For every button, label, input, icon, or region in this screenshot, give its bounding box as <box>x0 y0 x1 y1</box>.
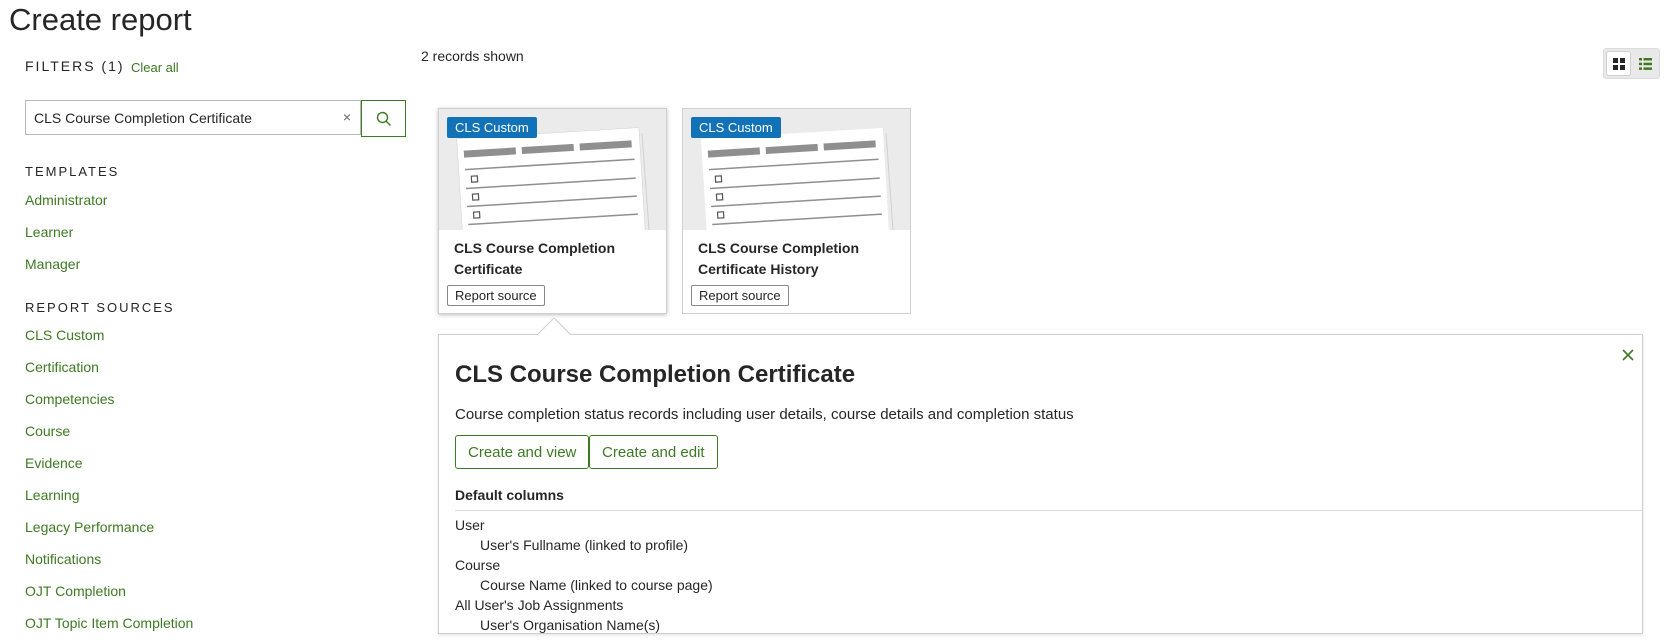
column-item: Course Name (linked to course page) <box>480 577 713 593</box>
search-input[interactable]: CLS Course Completion Certificate × <box>25 100 361 135</box>
list-icon <box>1639 57 1652 70</box>
create-and-view-button[interactable]: Create and view <box>455 435 590 469</box>
column-group: User <box>455 517 485 533</box>
view-toggle <box>1603 48 1660 79</box>
clear-all-link[interactable]: Clear all <box>131 60 179 75</box>
template-link-learner[interactable]: Learner <box>25 224 73 240</box>
list-view-button[interactable] <box>1633 51 1658 76</box>
source-link-notifications[interactable]: Notifications <box>25 551 101 567</box>
source-link-course[interactable]: Course <box>25 423 70 439</box>
create-and-edit-button[interactable]: Create and edit <box>589 435 718 469</box>
search-icon <box>376 111 391 126</box>
detail-title: CLS Course Completion Certificate <box>455 361 856 388</box>
source-link-learning[interactable]: Learning <box>25 487 80 503</box>
grid-icon <box>1612 57 1625 70</box>
detail-description: Course completion status records includi… <box>455 406 1074 423</box>
report-thumbnail: CLS Custom <box>683 109 910 230</box>
search-button[interactable] <box>361 100 406 137</box>
divider <box>455 510 1643 511</box>
close-icon <box>1622 349 1634 361</box>
column-group: Course <box>455 557 501 573</box>
source-link-competencies[interactable]: Competencies <box>25 391 115 407</box>
report-card-2[interactable]: CLS Custom CLS Course Completion Certifi… <box>682 108 911 314</box>
card-title: CLS Course Completion Certificate <box>454 240 616 277</box>
filters-heading: FILTERS (1) <box>25 58 125 74</box>
template-link-administrator[interactable]: Administrator <box>25 192 107 208</box>
source-badge: CLS Custom <box>447 117 537 138</box>
card-title: CLS Course Completion Certificate Histor… <box>698 240 860 277</box>
clear-search-icon[interactable]: × <box>343 109 351 125</box>
source-link-ojt-completion[interactable]: OJT Completion <box>25 583 126 599</box>
search-input-value: CLS Course Completion Certificate <box>34 110 252 126</box>
records-count: 2 records shown <box>421 48 524 64</box>
source-link-legacy-performance[interactable]: Legacy Performance <box>25 519 154 535</box>
templates-heading: TEMPLATES <box>25 164 120 179</box>
report-thumbnail: CLS Custom <box>439 109 666 230</box>
report-detail-panel: CLS Course Completion Certificate Course… <box>438 334 1643 634</box>
source-link-ojt-topic-item-completion[interactable]: OJT Topic Item Completion <box>25 615 193 631</box>
column-item: User's Fullname (linked to profile) <box>480 537 689 553</box>
column-group: All User's Job Assignments <box>455 597 624 613</box>
grid-view-button[interactable] <box>1606 51 1631 76</box>
column-item: User's Organisation Name(s) <box>480 617 661 633</box>
report-sources-heading: REPORT SOURCES <box>25 300 175 315</box>
report-source-tag: Report source <box>691 285 789 306</box>
page-title: Create report <box>9 2 192 37</box>
close-button[interactable] <box>1620 347 1636 363</box>
template-link-manager[interactable]: Manager <box>25 256 80 272</box>
report-card-1[interactable]: CLS Custom CLS Course Completion Certifi… <box>438 108 667 314</box>
source-badge: CLS Custom <box>691 117 781 138</box>
source-link-evidence[interactable]: Evidence <box>25 455 83 471</box>
source-link-cls-custom[interactable]: CLS Custom <box>25 327 104 343</box>
default-columns-heading: Default columns <box>455 487 564 503</box>
report-source-tag: Report source <box>447 285 545 306</box>
source-link-certification[interactable]: Certification <box>25 359 99 375</box>
